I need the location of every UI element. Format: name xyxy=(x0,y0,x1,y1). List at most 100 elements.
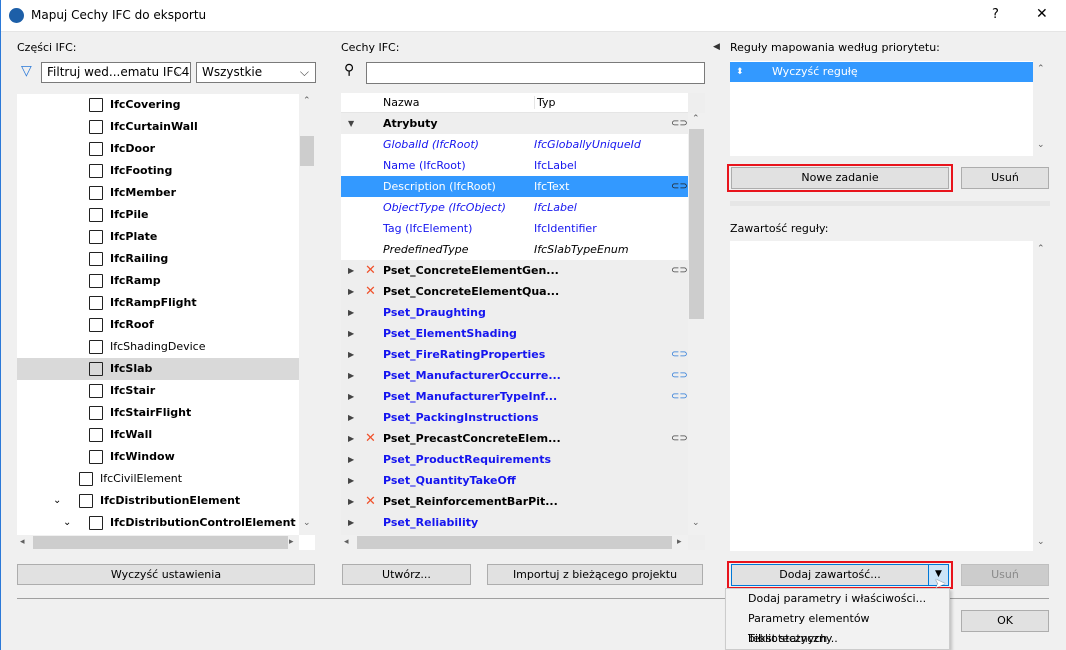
property-set-row[interactable]: ▶ ✕ Pset_PrecastConcreteElem... ⊂⊃ xyxy=(341,428,688,449)
expand-triangle-icon[interactable]: ▼ xyxy=(348,113,354,134)
collapse-triangle-icon[interactable]: ▶ xyxy=(348,512,354,533)
rules-list[interactable]: ⬍ Wyczyść regułę xyxy=(730,61,1033,156)
tree-item[interactable]: IfcRailing xyxy=(17,248,299,270)
clear-settings-button[interactable]: Wyczyść ustawienia xyxy=(17,564,315,585)
rule-item[interactable]: ⬍ Wyczyść regułę xyxy=(730,62,1033,82)
property-set-row[interactable]: ▶ Pset_ProductRequirements xyxy=(341,449,688,470)
import-button[interactable]: Importuj z bieżącego projektu xyxy=(487,564,703,585)
tree-item[interactable]: IfcDoor xyxy=(17,138,299,160)
collapse-triangle-icon[interactable]: ▶ xyxy=(348,428,354,449)
chevron-down-icon: ⌵ xyxy=(299,65,309,79)
ok-button[interactable]: OK xyxy=(961,610,1049,632)
tree-item[interactable]: IfcWindow xyxy=(17,446,299,468)
tree-item[interactable]: ⌄ IfcDistributionControlElement xyxy=(17,512,299,534)
menu-item-add-parameters[interactable]: Dodaj parametry i właściwości... xyxy=(726,589,949,609)
rule-content-box[interactable] xyxy=(730,241,1033,551)
property-set-row[interactable]: ▶ ✕ Pset_ReinforcementBarPit... xyxy=(341,491,688,512)
ifc-parts-tree[interactable]: IfcCovering IfcCurtainWall IfcDoor IfcFooti… xyxy=(17,94,315,550)
filter-dropdown[interactable]: Filtruj wed...ematu IFC4 ⌵ xyxy=(41,62,191,83)
rules-scroll-up[interactable]: ⌃ xyxy=(1037,64,1045,74)
tree-item[interactable]: ⌄ IfcDistributionElement xyxy=(17,490,299,512)
close-button[interactable]: ✕ xyxy=(1036,6,1048,22)
tree-item[interactable]: IfcRoof xyxy=(17,314,299,336)
tree-item[interactable]: IfcSlab xyxy=(17,358,299,380)
tree-item[interactable]: IfcShadingDevice xyxy=(17,336,299,358)
property-set-row[interactable]: ▶ ✕ Pset_ConcreteElementGen... ⊂⊃ xyxy=(341,260,688,281)
chevron-down-icon[interactable]: ⌄ xyxy=(53,490,61,512)
collapse-triangle-icon[interactable]: ▶ xyxy=(348,323,354,344)
property-row[interactable]: Tag (IfcElement) IfcIdentifier xyxy=(341,218,688,239)
collapse-triangle-icon[interactable]: ▶ xyxy=(348,344,354,365)
tree-item[interactable]: IfcRampFlight xyxy=(17,292,299,314)
tree-item[interactable]: IfcStair xyxy=(17,380,299,402)
scope-dropdown[interactable]: Wszystkie ⌵ xyxy=(196,62,316,83)
collapse-triangle-icon[interactable]: ▶ xyxy=(348,449,354,470)
property-name: Pset_ManufacturerOccurre... xyxy=(383,369,561,382)
tree-vertical-scrollbar[interactable]: ⌃ ⌄ xyxy=(299,94,315,535)
collapse-triangle-icon[interactable]: ▶ xyxy=(348,407,354,428)
tree-item[interactable]: IfcFooting xyxy=(17,160,299,182)
tree-item[interactable]: IfcPlate xyxy=(17,226,299,248)
delete-rule-button[interactable]: Usuń xyxy=(961,167,1049,189)
property-row[interactable]: GlobalId (IfcRoot) IfcGloballyUniqueId xyxy=(341,134,688,155)
table-header: Nazwa Typ xyxy=(341,93,688,113)
tree-horizontal-scrollbar[interactable]: ◂ ▸ xyxy=(17,535,299,550)
content-scroll-up[interactable]: ⌃ xyxy=(1037,244,1045,254)
content-scroll-down[interactable]: ⌄ xyxy=(1037,537,1045,547)
tree-item[interactable]: IfcRamp xyxy=(17,270,299,292)
property-row[interactable]: PredefinedType IfcSlabTypeEnum xyxy=(341,239,688,260)
tree-item[interactable]: IfcCivilElement xyxy=(17,468,299,490)
chevron-down-icon[interactable]: ⌄ xyxy=(63,512,71,534)
property-set-row[interactable]: ▶ Pset_QuantityTakeOff xyxy=(341,470,688,491)
tree-item[interactable]: IfcStairFlight xyxy=(17,402,299,424)
remove-x-icon[interactable]: ✕ xyxy=(365,428,376,449)
add-content-button[interactable]: Dodaj zawartość... ▼ xyxy=(731,564,949,586)
property-set-row[interactable]: ▶ Pset_Reliability xyxy=(341,512,688,533)
link-icon: ⊂⊃ xyxy=(671,433,688,444)
tree-item[interactable]: IfcCovering xyxy=(17,94,299,116)
remove-x-icon[interactable]: ✕ xyxy=(365,281,376,302)
property-set-row[interactable]: ▶ Pset_ManufacturerOccurre... ⊂⊃ xyxy=(341,365,688,386)
search-input[interactable] xyxy=(366,62,705,84)
property-set-row[interactable]: ▶ Pset_ElementShading xyxy=(341,323,688,344)
property-set-row[interactable]: ▶ ✕ Pset_ConcreteElementQua... xyxy=(341,281,688,302)
property-set-row[interactable]: ▶ Pset_FireRatingProperties ⊂⊃ xyxy=(341,344,688,365)
property-row[interactable]: Description (IfcRoot) IfcText ⊂⊃ xyxy=(341,176,688,197)
tree-item[interactable]: IfcCurtainWall xyxy=(17,116,299,138)
property-set-row[interactable]: ▶ Pset_PackingInstructions xyxy=(341,407,688,428)
collapse-triangle-icon[interactable]: ▶ xyxy=(348,491,354,512)
column-name-header[interactable]: Nazwa xyxy=(383,96,419,109)
tree-item[interactable]: IfcWall xyxy=(17,424,299,446)
table-horizontal-scrollbar[interactable]: ◂ ▸ xyxy=(341,535,688,550)
tree-item-label: IfcSlab xyxy=(110,362,153,375)
menu-item-library-parameters[interactable]: Parametry elementów bibliotecznych... xyxy=(726,609,949,645)
collapse-triangle-icon[interactable]: ▶ xyxy=(348,260,354,281)
splitter[interactable] xyxy=(730,201,1050,206)
property-row[interactable]: Name (IfcRoot) IfcLabel xyxy=(341,155,688,176)
remove-x-icon[interactable]: ✕ xyxy=(365,260,376,281)
table-vertical-scrollbar[interactable]: ⌃ ⌄ xyxy=(688,113,705,535)
help-button[interactable]: ? xyxy=(992,7,999,22)
tree-item[interactable]: IfcPile xyxy=(17,204,299,226)
create-button[interactable]: Utwórz... xyxy=(342,564,471,585)
element-icon xyxy=(89,120,103,134)
rules-scroll-down[interactable]: ⌄ xyxy=(1037,140,1045,150)
collapse-triangle-icon[interactable]: ▶ xyxy=(348,302,354,323)
collapse-arrow-icon[interactable]: ◀ xyxy=(713,42,720,52)
property-set-row[interactable]: ▶ Pset_ManufacturerTypeInf... ⊂⊃ xyxy=(341,386,688,407)
collapse-triangle-icon[interactable]: ▶ xyxy=(348,386,354,407)
property-row[interactable]: ObjectType (IfcObject) IfcLabel xyxy=(341,197,688,218)
properties-table[interactable]: Nazwa Typ ▼ Atrybuty ⊂⊃ GlobalId (IfcRoot) I… xyxy=(341,93,705,550)
tree-item[interactable]: IfcMember xyxy=(17,182,299,204)
remove-x-icon[interactable]: ✕ xyxy=(365,491,376,512)
collapse-triangle-icon[interactable]: ▶ xyxy=(348,365,354,386)
property-set-row[interactable]: ▶ Pset_Draughting xyxy=(341,302,688,323)
collapse-triangle-icon[interactable]: ▶ xyxy=(348,281,354,302)
collapse-triangle-icon[interactable]: ▶ xyxy=(348,470,354,491)
new-task-button[interactable]: Nowe zadanie xyxy=(731,167,949,189)
ifc-properties-label: Cechy IFC: xyxy=(341,41,400,54)
reorder-icon[interactable]: ⬍ xyxy=(736,62,744,82)
property-set-row[interactable]: ▼ Atrybuty ⊂⊃ xyxy=(341,113,688,134)
column-type-header[interactable]: Typ xyxy=(534,96,556,109)
element-icon xyxy=(89,142,103,156)
